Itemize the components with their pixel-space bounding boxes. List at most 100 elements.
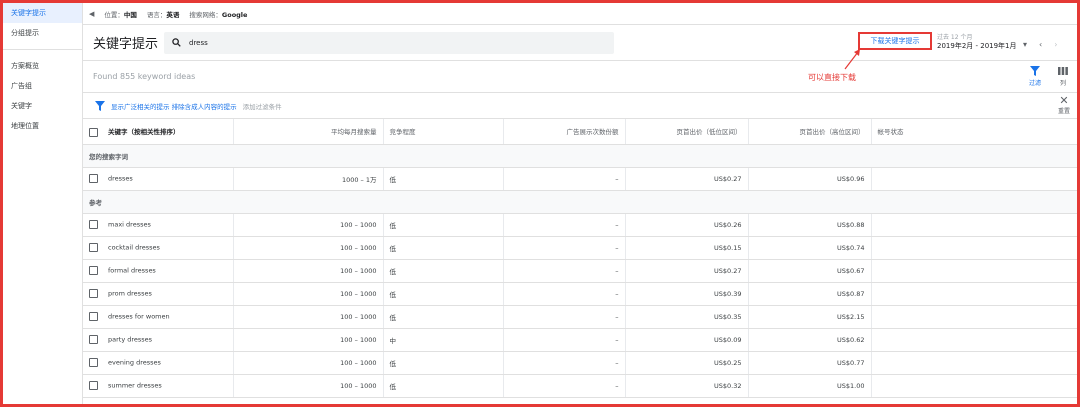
bid-high-cell: US$0.88 <box>747 213 871 237</box>
row-checkbox[interactable] <box>89 174 98 183</box>
searches-cell: 100 – 1000 <box>232 259 383 283</box>
status-cell <box>870 305 1077 329</box>
share-cell: – <box>502 236 625 260</box>
status-cell <box>870 351 1077 375</box>
bid-high-cell: US$0.87 <box>747 282 871 306</box>
status-cell <box>870 328 1077 352</box>
filter-button[interactable]: 过滤 <box>1029 66 1041 87</box>
sidebar-item-keyword-ideas[interactable]: 关键字提示 <box>3 3 82 23</box>
add-filter-link[interactable]: 添加过滤条件 <box>243 101 282 111</box>
sidebar-item-plan-overview[interactable]: 方案概览 <box>3 56 82 76</box>
column-header-bid-high[interactable]: 页首出价（高位区间） <box>747 119 871 145</box>
row-checkbox[interactable] <box>89 289 98 298</box>
sidebar-item-locations[interactable]: 地理位置 <box>3 116 82 136</box>
group-row: 参考 <box>83 190 1077 214</box>
table-row[interactable]: evening dresses 100 – 1000 低 – US$0.25 US$0.7… <box>83 351 1077 375</box>
share-cell: – <box>502 305 625 329</box>
dropdown-caret-icon[interactable]: ▾ <box>1023 40 1027 49</box>
main-panel: ◀ 位置：中国 语言：英语 搜索网络：Google 关键字提示 dress 下载… <box>83 3 1077 404</box>
table-row[interactable]: cocktail dresses 100 – 1000 低 – US$0.15 US$0.… <box>83 236 1077 260</box>
status-cell <box>870 213 1077 237</box>
searches-cell: 100 – 1000 <box>232 213 383 237</box>
targeting-bar: ◀ 位置：中国 语言：英语 搜索网络：Google <box>83 3 1077 25</box>
close-icon: ✕ <box>1059 94 1069 107</box>
search-value: dress <box>189 38 208 47</box>
table-row[interactable]: dresses 1000 – 1万 低 – US$0.27 US$0.96 <box>83 167 1077 191</box>
group-label-search-terms: 您的搜索字词 <box>83 144 1077 168</box>
row-checkbox[interactable] <box>89 243 98 252</box>
row-checkbox[interactable] <box>89 266 98 275</box>
column-header-bid-low[interactable]: 页首出价（低位区间） <box>624 119 748 145</box>
column-header-competition[interactable]: 竞争程度 <box>382 119 503 145</box>
column-header-impression-share[interactable]: 广告展示次数份额 <box>502 119 625 145</box>
column-header-avg-searches[interactable]: 平均每月搜索量 <box>232 119 383 145</box>
reference-rows: maxi dresses 100 – 1000 低 – US$0.26 US$0.88 co… <box>83 213 1077 398</box>
competition-cell: 低 <box>382 282 503 306</box>
keyword-cell: dresses for women <box>108 312 170 321</box>
searches-cell: 100 – 1000 <box>232 374 383 398</box>
download-keyword-ideas-button[interactable]: 下载关键字提示 <box>858 32 932 50</box>
competition-cell: 低 <box>382 351 503 375</box>
bid-high-cell: US$2.15 <box>747 305 871 329</box>
row-checkbox[interactable] <box>89 312 98 321</box>
competition-cell: 低 <box>382 236 503 260</box>
column-header-keyword[interactable]: 关键字（按相关性排序） <box>83 119 233 145</box>
language-label: 语言： <box>146 10 167 19</box>
row-checkbox[interactable] <box>89 358 98 367</box>
column-header-account-status[interactable]: 帐号状态 <box>870 119 1077 145</box>
back-arrow-icon[interactable]: ◀ <box>89 10 94 18</box>
bid-low-cell: US$0.15 <box>624 236 748 260</box>
filter-icon <box>1030 66 1040 76</box>
share-cell: – <box>502 259 625 283</box>
found-count: Found 855 keyword ideas <box>93 72 196 81</box>
bid-low-cell: US$0.26 <box>624 213 748 237</box>
table-row[interactable]: prom dresses 100 – 1000 低 – US$0.39 US$0.87 <box>83 282 1077 306</box>
language-filter[interactable]: 语言：英语 <box>147 9 180 19</box>
share-cell: – <box>502 167 625 191</box>
location-filter[interactable]: 位置：中国 <box>104 9 137 19</box>
bid-high-cell: US$1.00 <box>747 374 871 398</box>
share-cell: – <box>502 282 625 306</box>
keyword-cell: party dresses <box>108 335 153 344</box>
sidebar-item-ad-groups[interactable]: 广告组 <box>3 76 82 96</box>
keyword-cell: evening dresses <box>108 358 161 367</box>
status-cell <box>870 282 1077 306</box>
searches-cell: 100 – 1000 <box>232 282 383 306</box>
table-row[interactable]: dresses for women 100 – 1000 低 – US$0.35 US$2… <box>83 305 1077 329</box>
sidebar: 关键字提示 分组提示 方案概览 广告组 关键字 地理位置 <box>3 3 83 404</box>
row-checkbox[interactable] <box>89 335 98 344</box>
group-label-reference: 参考 <box>83 190 1077 214</box>
table-row[interactable]: formal dresses 100 – 1000 低 – US$0.27 US$0.67 <box>83 259 1077 283</box>
chevron-right-icon[interactable]: › <box>1054 40 1057 49</box>
filter-icon <box>95 100 105 111</box>
table-row[interactable]: party dresses 100 – 1000 中 – US$0.09 US$0.62 <box>83 328 1077 352</box>
search-input[interactable]: dress <box>164 31 614 54</box>
bid-high-cell: US$0.77 <box>747 351 871 375</box>
row-checkbox[interactable] <box>89 220 98 229</box>
competition-cell: 低 <box>382 305 503 329</box>
table-row[interactable]: summer dresses 100 – 1000 低 – US$0.32 US$1.00 <box>83 374 1077 398</box>
filter-label: 过滤 <box>1029 80 1042 87</box>
select-all-checkbox[interactable] <box>89 127 98 137</box>
date-range-selector[interactable]: 过去 12 个月 2019年2月 - 2019年1月 <box>937 32 1017 51</box>
table-row[interactable]: maxi dresses 100 – 1000 低 – US$0.26 US$0.88 <box>83 213 1077 237</box>
bid-high-cell: US$0.74 <box>747 236 871 260</box>
columns-button[interactable]: 列 <box>1058 66 1068 87</box>
competition-cell: 低 <box>382 167 503 191</box>
status-cell <box>870 374 1077 398</box>
reset-label: 重置 <box>1058 108 1071 115</box>
group-row: 您的搜索字词 <box>83 144 1077 168</box>
sidebar-item-keywords[interactable]: 关键字 <box>3 96 82 116</box>
row-checkbox[interactable] <box>89 381 98 390</box>
network-filter[interactable]: 搜索网络：Google <box>189 9 247 19</box>
chevron-left-icon[interactable]: ‹ <box>1039 40 1042 49</box>
bid-high-cell: US$0.62 <box>747 328 871 352</box>
sidebar-item-group-ideas[interactable]: 分组提示 <box>3 23 82 43</box>
active-filters-link[interactable]: 显示广泛相关的提示 排除含成人内容的提示 <box>111 101 237 111</box>
bid-low-cell: US$0.25 <box>624 351 748 375</box>
columns-icon <box>1058 67 1068 75</box>
competition-cell: 低 <box>382 259 503 283</box>
share-cell: – <box>502 328 625 352</box>
reset-button[interactable]: ✕ 重置 <box>1058 95 1070 115</box>
keyword-cell: dresses <box>108 174 133 183</box>
